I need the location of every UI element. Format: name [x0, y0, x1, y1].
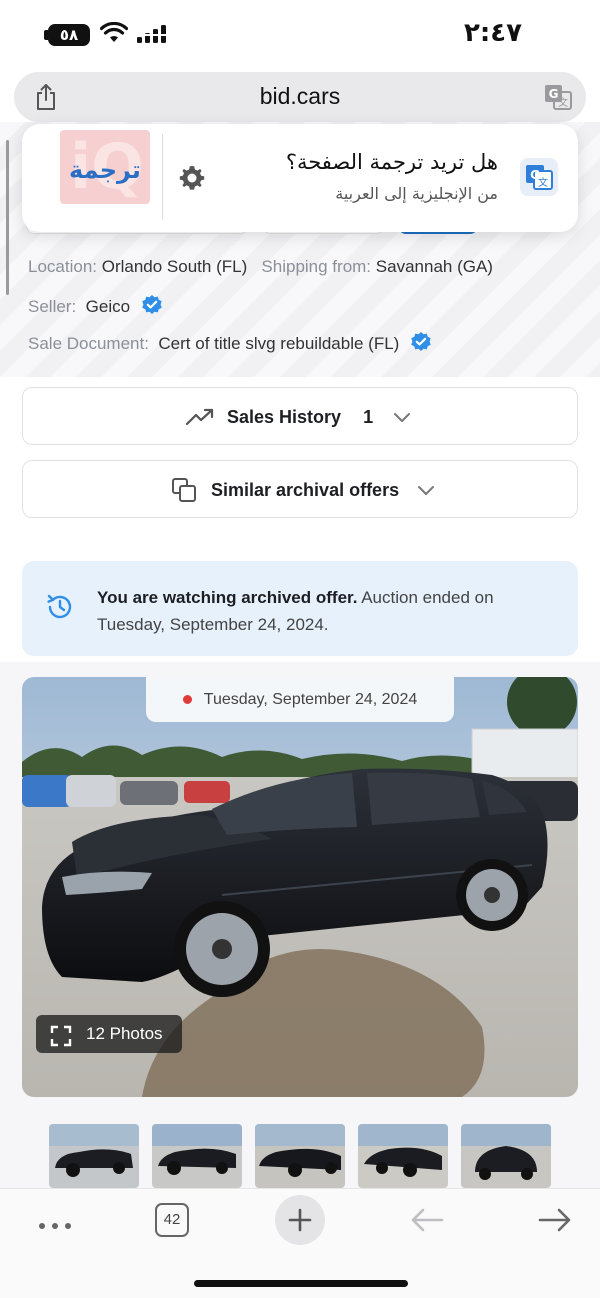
- location-label: Location:: [28, 257, 97, 276]
- photo-count-button[interactable]: 12 Photos: [36, 1015, 182, 1053]
- photo-thumbnail-5[interactable]: [461, 1124, 551, 1188]
- photo-thumbnail-4[interactable]: [358, 1124, 448, 1188]
- shipping-value: Savannah (GA): [375, 257, 493, 276]
- archived-offer-bold: You are watching archived offer.: [97, 588, 358, 607]
- history-icon: [44, 591, 76, 628]
- battery-indicator: ٥٨: [48, 24, 90, 46]
- main-car-photo[interactable]: Tuesday, September 24, 2024 12 Photos: [22, 677, 578, 1097]
- status-bar: ٥٨ ٢:٤٧: [0, 0, 600, 70]
- auction-date: Tuesday, September 24, 2024: [203, 691, 418, 708]
- archived-offer-banner: You are watching archived offer. Auction…: [22, 561, 578, 656]
- svg-text:G: G: [549, 87, 559, 101]
- verified-badge-icon: [410, 331, 432, 358]
- similar-archival-offers-button[interactable]: Similar archival offers: [22, 460, 578, 518]
- photo-thumbnail-3[interactable]: [255, 1124, 345, 1188]
- seller-row: Seller: Geico: [28, 294, 163, 321]
- more-options-icon[interactable]: [38, 1217, 72, 1235]
- translate-icon[interactable]: G 文: [544, 84, 572, 115]
- copy-icon: [171, 477, 197, 503]
- scroll-indicator[interactable]: [6, 140, 9, 295]
- translate-page-popup[interactable]: iQ ترجمة هل تريد ترجمة الصفحة؟ من الإنجل…: [22, 124, 578, 232]
- archived-offer-message: You are watching archived offer. Auction…: [97, 584, 557, 638]
- cellular-signal-icon: [136, 25, 168, 50]
- browser-toolbar: 42: [0, 1188, 600, 1298]
- address-bar[interactable]: bid.cars G 文: [14, 72, 586, 122]
- translate-prompt-subtitle: من الإنجليزية إلى العربية: [335, 184, 498, 203]
- tabs-button[interactable]: 42: [155, 1203, 189, 1237]
- status-time: ٢:٤٧: [463, 18, 522, 48]
- status-dot-icon: [182, 695, 192, 705]
- gear-icon[interactable]: [178, 164, 206, 197]
- google-translate-icon[interactable]: G 文: [520, 158, 558, 196]
- location-row: Location: Orlando South (FL) Shipping fr…: [28, 257, 493, 277]
- shipping-label: Shipping from:: [261, 257, 372, 276]
- wifi-icon: [99, 21, 129, 49]
- svg-text:文: 文: [558, 96, 568, 109]
- verified-badge-icon: [141, 294, 163, 321]
- photo-count-label: 12 Photos: [86, 1024, 163, 1043]
- auction-date-chip: Tuesday, September 24, 2024: [146, 677, 454, 722]
- forward-arrow-icon[interactable]: [538, 1207, 572, 1238]
- back-arrow-icon[interactable]: [410, 1207, 444, 1238]
- seller-label: Seller:: [28, 296, 77, 316]
- sales-history-label: Sales History: [227, 406, 342, 427]
- translate-prompt-title: هل تريد ترجمة الصفحة؟: [285, 150, 498, 174]
- svg-text:文: 文: [538, 176, 548, 189]
- location-value: Orlando South (FL): [101, 257, 248, 276]
- logo-text: ترجمة: [69, 156, 141, 184]
- tab-count: 42: [163, 1211, 181, 1228]
- translation-app-logo[interactable]: iQ ترجمة: [60, 130, 150, 204]
- sale-document-row: Sale Document: Cert of title slvg rebuil…: [28, 331, 432, 358]
- sale-document-label: Sale Document:: [28, 333, 149, 353]
- url-domain[interactable]: bid.cars: [14, 83, 586, 110]
- chevron-down-icon: [417, 484, 435, 496]
- sales-history-button[interactable]: Sales History 1: [22, 387, 578, 445]
- sale-document-value: Cert of title slvg rebuildable (FL): [158, 333, 400, 353]
- chevron-down-icon: [393, 411, 411, 423]
- fullscreen-icon: [50, 1023, 72, 1061]
- photo-thumbnail-1[interactable]: [49, 1124, 139, 1188]
- similar-archival-offers-label: Similar archival offers: [211, 479, 400, 500]
- seller-value: Geico: [85, 296, 131, 316]
- plus-icon: [288, 1208, 312, 1237]
- home-indicator[interactable]: [194, 1280, 408, 1287]
- new-tab-button[interactable]: [275, 1195, 325, 1245]
- photo-thumbnail-2[interactable]: [152, 1124, 242, 1188]
- trending-up-icon: [185, 407, 215, 427]
- sales-history-count: 1: [363, 406, 374, 427]
- divider: [162, 134, 163, 220]
- battery-nub: [44, 30, 48, 40]
